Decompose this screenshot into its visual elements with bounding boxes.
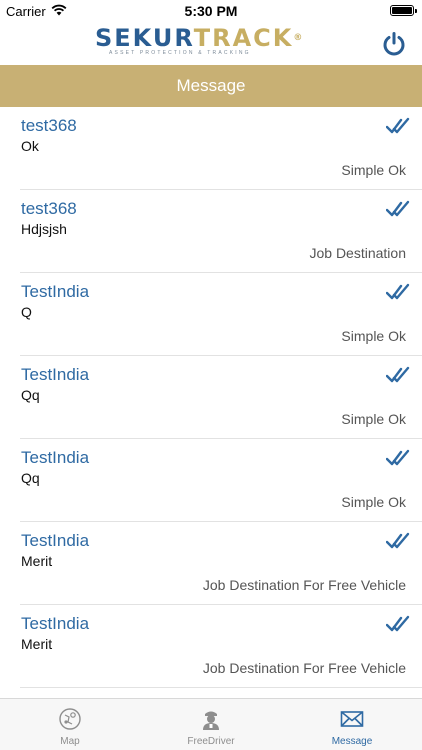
message-type: Simple Ok <box>341 494 406 510</box>
message-body: Qq <box>21 470 40 486</box>
envelope-icon <box>340 711 364 727</box>
message-item[interactable]: TestIndia Qq Simple Ok <box>0 439 422 522</box>
message-item[interactable]: TestIndia Q Simple Ok <box>0 273 422 356</box>
message-item[interactable]: TestIndia Merit Job Destination For Free… <box>0 605 422 688</box>
tab-bar: Map FreeDriver Message <box>0 698 422 750</box>
clock: 5:30 PM <box>184 3 238 19</box>
message-list[interactable]: test368 Ok Simple Ok test368 Hdjsjsh Job… <box>0 107 422 698</box>
tab-label: FreeDriver <box>187 736 235 747</box>
row-divider <box>20 687 422 688</box>
message-body: Merit <box>21 553 53 569</box>
message-sender: TestIndia <box>21 531 90 550</box>
double-check-icon <box>386 366 410 383</box>
message-type: Job Destination <box>309 245 406 261</box>
tab-message[interactable]: Message <box>282 699 422 750</box>
map-icon <box>59 708 81 730</box>
message-sender: TestIndia <box>21 614 90 633</box>
double-check-icon <box>386 117 410 134</box>
logo-tagline: ASSET PROTECTION & TRACKING <box>109 50 251 56</box>
logo-part-sekur: SEKUR <box>95 24 194 52</box>
message-sender: TestIndia <box>21 282 90 301</box>
message-body: Hdjsjsh <box>21 221 67 237</box>
double-check-icon <box>386 449 410 466</box>
message-body: Ok <box>21 138 39 154</box>
double-check-icon <box>386 532 410 549</box>
message-item[interactable]: TestIndia Qq Simple Ok <box>0 356 422 439</box>
driver-icon <box>203 711 219 730</box>
sekurtrack-logo: SEKURTRACK® ASSET PROTECTION & TRACKING <box>95 25 327 57</box>
double-check-icon <box>386 615 410 632</box>
tab-freedriver[interactable]: FreeDriver <box>141 699 281 750</box>
battery-icon <box>390 5 417 16</box>
message-body: Qq <box>21 387 40 403</box>
message-type: Job Destination For Free Vehicle <box>202 660 406 676</box>
tab-map[interactable]: Map <box>0 699 140 750</box>
status-bar: Carrier 5:30 PM <box>0 0 422 22</box>
message-item[interactable]: test368 Ok Simple Ok <box>0 107 422 190</box>
double-check-icon <box>386 283 410 300</box>
logo-part-track: TRACK <box>193 24 294 52</box>
page-title: Message <box>0 65 422 107</box>
message-type: Job Destination For Free Vehicle <box>202 577 406 593</box>
power-icon[interactable] <box>380 30 408 58</box>
message-type: Simple Ok <box>341 162 406 178</box>
message-item[interactable]: TestIndia Merit Job Destination For Free… <box>0 522 422 605</box>
message-sender: TestIndia <box>21 365 90 384</box>
message-sender: test368 <box>21 116 77 135</box>
message-type: Simple Ok <box>341 328 406 344</box>
message-body: Q <box>21 304 32 320</box>
tab-label: Message <box>331 736 373 747</box>
message-sender: TestIndia <box>21 448 90 467</box>
message-item[interactable]: test368 Hdjsjsh Job Destination <box>0 190 422 273</box>
tab-label: Map <box>60 736 80 747</box>
message-type: Simple Ok <box>341 411 406 427</box>
logo-registered-mark: ® <box>293 33 305 43</box>
double-check-icon <box>386 200 410 217</box>
brand-header: SEKURTRACK® ASSET PROTECTION & TRACKING <box>0 22 422 65</box>
logo-wordmark: SEKURTRACK® <box>95 25 327 51</box>
message-sender: test368 <box>21 199 77 218</box>
message-body: Merit <box>21 636 53 652</box>
